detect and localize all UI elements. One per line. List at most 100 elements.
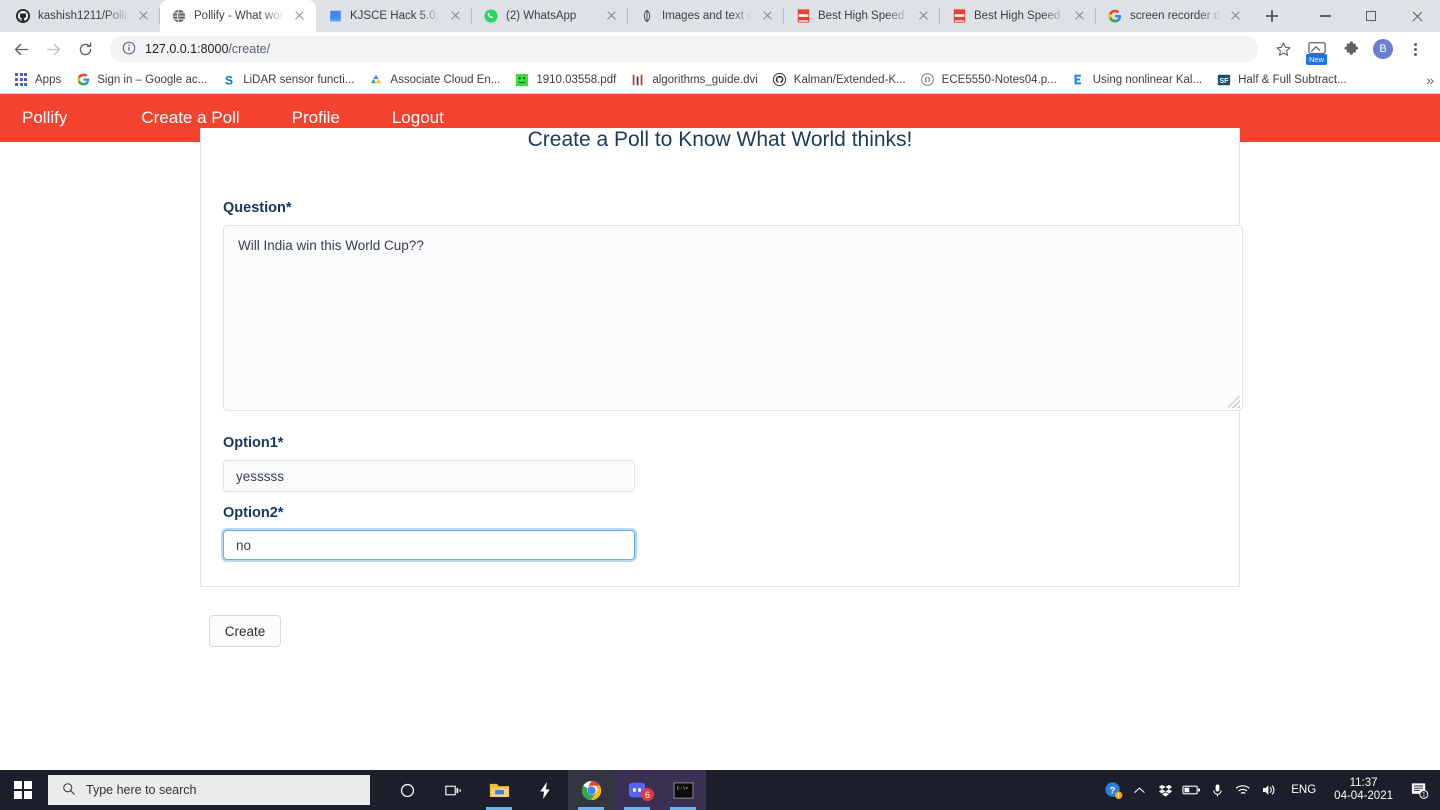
svg-text:!: ! — [1117, 792, 1119, 799]
browser-tab-4[interactable]: Images and text ov — [628, 0, 784, 32]
new-feature-icon[interactable]: New — [1300, 34, 1334, 65]
globe-icon — [171, 8, 187, 24]
browser-tab-7[interactable]: screen recorder do — [1096, 0, 1252, 32]
github-icon — [772, 72, 788, 88]
bookmark-google-signin[interactable]: Sign in – Google ac... — [68, 69, 214, 91]
dropbox-icon[interactable] — [1152, 770, 1178, 810]
clock-date: 04-04-2021 — [1334, 790, 1393, 802]
bookmark-label: 1910.03558.pdf — [536, 73, 617, 86]
chrome-icon[interactable] — [568, 770, 614, 810]
browser-tab-1[interactable]: Pollify - What world — [160, 0, 316, 32]
bookmark-algorithms-guide[interactable]: algorithms_guide.dvi — [623, 69, 764, 91]
address-bar[interactable]: 127.0.0.1:8000/create/ — [110, 36, 1258, 62]
start-button[interactable] — [0, 770, 46, 810]
nav-link-create-a-poll[interactable]: Create a Poll — [115, 108, 265, 128]
create-button[interactable]: Create — [209, 615, 281, 647]
close-tab-icon[interactable] — [448, 8, 464, 24]
forward-icon[interactable] — [38, 34, 68, 64]
bookmark-lidar[interactable]: S LiDAR sensor functi... — [214, 69, 361, 91]
close-tab-icon[interactable] — [136, 8, 152, 24]
windows-logo-icon — [14, 781, 32, 799]
file-explorer-icon[interactable] — [476, 770, 522, 810]
close-tab-icon[interactable] — [916, 8, 932, 24]
option1-input[interactable] — [223, 460, 635, 492]
terminal-icon[interactable]: C:\> — [660, 770, 706, 810]
lightning-app-icon[interactable] — [522, 770, 568, 810]
bookmark-label: Half & Full Subtract... — [1238, 73, 1347, 86]
bookmark-kalman-github[interactable]: Kalman/Extended-K... — [765, 69, 913, 91]
nav-link-logout[interactable]: Logout — [366, 108, 470, 128]
bookmarks-bar: Apps Sign in – Google ac... S LiDAR sens… — [0, 66, 1440, 94]
taskbar-search[interactable]: Type here to search — [48, 775, 370, 805]
close-tab-icon[interactable] — [760, 8, 776, 24]
nav-link-profile[interactable]: Profile — [266, 108, 366, 128]
svg-text:?: ? — [1109, 785, 1115, 796]
bookmark-ece5550-notes[interactable]: ECE5550-Notes04.p... — [913, 69, 1064, 91]
tab-title: (2) WhatsApp — [506, 10, 577, 22]
help-circle-icon[interactable]: ?! — [1100, 770, 1126, 810]
tab-title: Best High Speed & — [818, 10, 909, 22]
chevron-up-icon[interactable] — [1126, 770, 1152, 810]
language-indicator[interactable]: ENG — [1282, 784, 1325, 796]
browser-tab-2[interactable]: KJSCE Hack 5.0: Da — [316, 0, 472, 32]
bookmark-label: ECE5550-Notes04.p... — [941, 73, 1057, 86]
page-viewport: Pollify Create a Poll Profile Logout Cre… — [0, 94, 1440, 770]
clock[interactable]: 11:37 04-04-2021 — [1325, 777, 1402, 803]
close-tab-icon[interactable] — [604, 8, 620, 24]
browser-tab-6[interactable]: Best High Speed & — [940, 0, 1096, 32]
browser-tab-5[interactable]: Best High Speed & — [784, 0, 940, 32]
bookmark-label: Apps — [35, 73, 62, 86]
s-blue-icon: S — [221, 72, 237, 88]
whatsapp-icon — [483, 8, 499, 24]
bookmark-using-nonlinear-kal[interactable]: Using nonlinear Kal... — [1064, 69, 1209, 91]
profile-avatar[interactable]: B — [1368, 34, 1398, 64]
taskbar-app-icons: 6 C:\> — [384, 770, 706, 810]
new-tab-button[interactable] — [1258, 2, 1286, 30]
notification-icon[interactable]: 1 — [1402, 770, 1436, 810]
bookmark-label: algorithms_guide.dvi — [652, 73, 758, 86]
extensions-puzzle-icon[interactable] — [1336, 34, 1366, 64]
minimize-button[interactable] — [1302, 0, 1348, 32]
reload-icon[interactable] — [70, 34, 100, 64]
browser-tab-3[interactable]: (2) WhatsApp — [472, 0, 628, 32]
form-actions: Create — [0, 615, 1440, 647]
microphone-icon[interactable] — [1204, 770, 1230, 810]
bookmark-star-icon[interactable] — [1268, 34, 1298, 64]
blue-doc-icon — [327, 8, 343, 24]
bookmark-associate-cloud[interactable]: Associate Cloud En... — [361, 69, 507, 91]
option2-label: Option2* — [223, 505, 284, 521]
page-title: Create a Poll to Know What World thinks! — [527, 128, 913, 151]
maximize-button[interactable] — [1348, 0, 1394, 32]
window-controls — [1302, 0, 1440, 32]
close-window-button[interactable] — [1394, 0, 1440, 32]
gcp-icon — [368, 72, 384, 88]
info-circle-icon[interactable] — [122, 41, 136, 58]
task-view-icon[interactable] — [430, 770, 476, 810]
github-icon — [15, 8, 31, 24]
browser-tab-0[interactable]: kashish1211/Pollify — [4, 0, 160, 32]
cortana-icon[interactable] — [384, 770, 430, 810]
close-tab-icon[interactable] — [1228, 8, 1244, 24]
discord-icon[interactable]: 6 — [614, 770, 660, 810]
nav-brand-pollify[interactable]: Pollify — [22, 108, 115, 128]
close-tab-icon[interactable] — [292, 8, 308, 24]
browser-menu-icon[interactable] — [1400, 34, 1430, 64]
wifi-icon[interactable] — [1230, 770, 1256, 810]
bookmarks-overflow-icon[interactable]: » — [1426, 72, 1434, 88]
e-blue-icon — [1071, 72, 1087, 88]
bookmark-apps[interactable]: Apps — [6, 69, 68, 91]
url-host: 127.0.0.1:8000 — [145, 42, 229, 56]
bookmark-pdf-1910[interactable]: 1910.03558.pdf — [507, 69, 623, 91]
pdf-icon — [795, 8, 811, 24]
battery-icon[interactable] — [1178, 770, 1204, 810]
browser-window: kashish1211/Pollify Pollify - What world… — [0, 0, 1440, 770]
speaker-icon[interactable] — [1256, 770, 1282, 810]
tab-title: Best High Speed & — [974, 10, 1065, 22]
green-icon — [514, 72, 530, 88]
back-icon[interactable] — [6, 34, 36, 64]
close-tab-icon[interactable] — [1072, 8, 1088, 24]
bookmark-half-full-subtractor[interactable]: SF Half & Full Subtract... — [1209, 69, 1354, 91]
sf-icon: SF — [1216, 72, 1232, 88]
question-input[interactable] — [223, 225, 1243, 411]
option2-input[interactable] — [223, 530, 635, 560]
